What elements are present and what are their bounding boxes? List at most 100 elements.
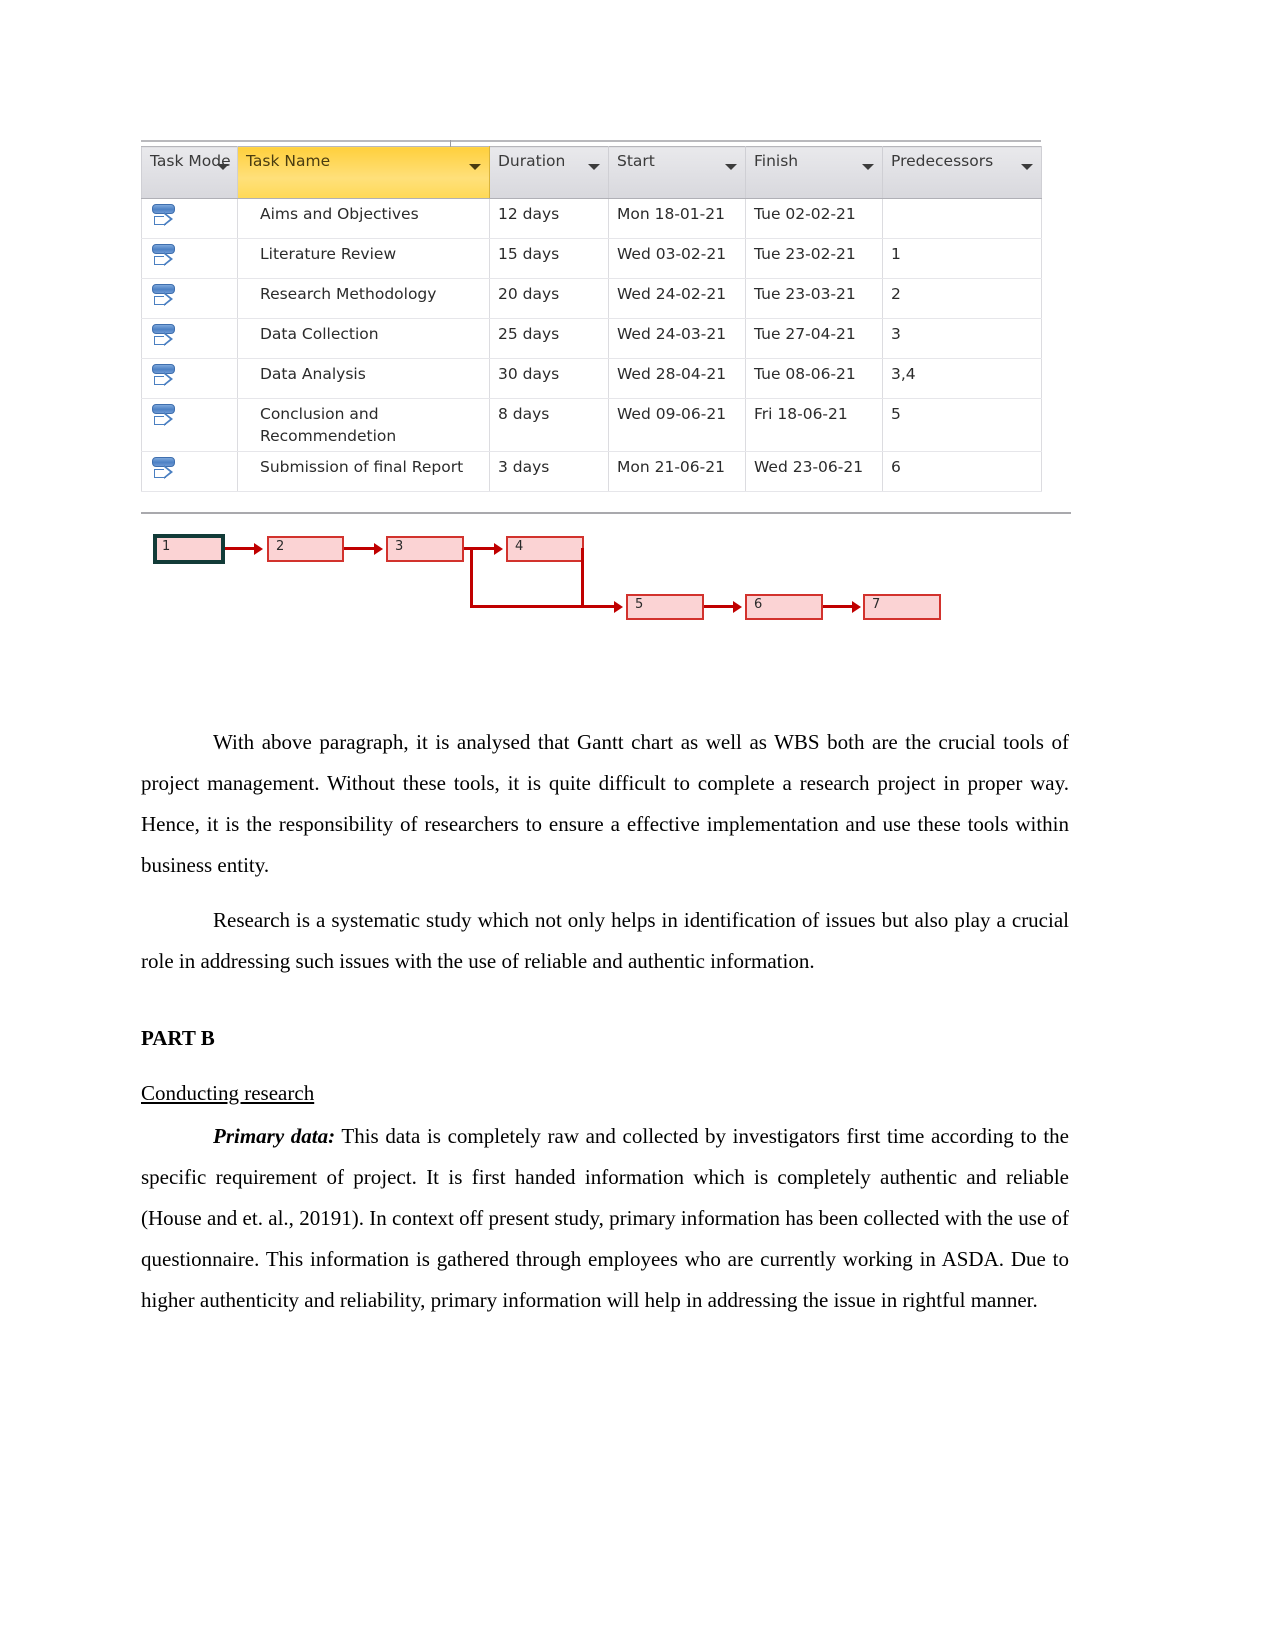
primary-data-label: Primary data: [213, 1124, 336, 1148]
edge-1-2 [225, 547, 257, 550]
table-row[interactable]: Data Analysis 30 days Wed 28-04-21 Tue 0… [141, 358, 1042, 399]
edge-6-7-arrowhead [852, 601, 861, 613]
cell-duration[interactable]: 30 days [489, 358, 609, 399]
cell-finish[interactable]: Fri 18-06-21 [745, 398, 883, 452]
cell-start[interactable]: Wed 03-02-21 [608, 238, 746, 279]
cell-start[interactable]: Wed 28-04-21 [608, 358, 746, 399]
filter-dropdown-icon[interactable] [725, 164, 737, 170]
column-header-label: Predecessors [891, 152, 994, 170]
network-node-1[interactable]: 1 [153, 534, 225, 564]
paragraph-primary-data: Primary data: This data is completely ra… [141, 1116, 1069, 1321]
cell-duration[interactable]: 20 days [489, 278, 609, 319]
network-node-label: 2 [276, 539, 285, 554]
table-header-row: Task Mode Task Name Duration Start Finis… [141, 146, 1042, 199]
cell-finish[interactable]: Tue 08-06-21 [745, 358, 883, 399]
network-node-label: 4 [515, 539, 524, 554]
column-header-task-name[interactable]: Task Name [237, 146, 490, 199]
cell-task-name[interactable]: Data Collection [237, 318, 490, 359]
cell-duration[interactable]: 15 days [489, 238, 609, 279]
page-title: PART B [141, 1026, 215, 1050]
auto-schedule-icon [152, 203, 178, 229]
filter-dropdown-icon[interactable] [588, 164, 600, 170]
table-row[interactable]: Conclusion and Recommendetion 8 days Wed… [141, 398, 1042, 452]
column-header-task-mode[interactable]: Task Mode [141, 146, 238, 199]
cell-predecessors[interactable] [882, 198, 1042, 239]
cell-start[interactable]: Mon 21-06-21 [608, 451, 746, 492]
table-row[interactable]: Data Collection 25 days Wed 24-03-21 Tue… [141, 318, 1042, 359]
cell-finish[interactable]: Tue 23-02-21 [745, 238, 883, 279]
network-node-label: 7 [872, 597, 881, 612]
cell-task-mode[interactable] [141, 451, 238, 492]
paragraph-gantt-wbs: With above paragraph, it is analysed tha… [141, 730, 1069, 877]
filter-dropdown-icon[interactable] [1021, 164, 1033, 170]
edge-3-5-vertical [470, 548, 473, 607]
cell-start[interactable]: Wed 24-03-21 [608, 318, 746, 359]
cell-duration[interactable]: 3 days [489, 451, 609, 492]
edge-4-5-horizontal [581, 605, 618, 608]
edge-5-6 [704, 605, 736, 608]
project-task-table-region: Task Mode Task Name Duration Start Finis… [141, 140, 1042, 492]
network-node-6[interactable]: 6 [745, 594, 823, 620]
document-page: Task Mode Task Name Duration Start Finis… [0, 0, 1275, 1651]
filter-dropdown-icon[interactable] [862, 164, 874, 170]
auto-schedule-icon [152, 403, 178, 429]
cell-finish[interactable]: Tue 23-03-21 [745, 278, 883, 319]
table-top-rule [141, 140, 1041, 149]
network-node-5[interactable]: 5 [626, 594, 704, 620]
network-node-label: 3 [395, 539, 404, 554]
cell-duration[interactable]: 8 days [489, 398, 609, 452]
filter-dropdown-icon[interactable] [217, 164, 229, 170]
column-header-predecessors[interactable]: Predecessors [882, 146, 1042, 199]
cell-start[interactable]: Wed 24-02-21 [608, 278, 746, 319]
column-header-start[interactable]: Start [608, 146, 746, 199]
cell-finish[interactable]: Tue 02-02-21 [745, 198, 883, 239]
cell-predecessors[interactable]: 6 [882, 451, 1042, 492]
column-header-label: Start [617, 152, 655, 170]
cell-task-mode[interactable] [141, 278, 238, 319]
cell-predecessors[interactable]: 1 [882, 238, 1042, 279]
cell-task-name[interactable]: Data Analysis [237, 358, 490, 399]
network-node-3[interactable]: 3 [386, 536, 464, 562]
cell-predecessors[interactable]: 3,4 [882, 358, 1042, 399]
table-row[interactable]: Aims and Objectives 12 days Mon 18-01-21… [141, 198, 1042, 239]
auto-schedule-icon [152, 283, 178, 309]
network-node-7[interactable]: 7 [863, 594, 941, 620]
cell-task-name[interactable]: Submission of final Report [237, 451, 490, 492]
cell-task-mode[interactable] [141, 398, 238, 452]
conducting-research-heading-row: Conducting research [141, 1073, 1069, 1114]
table-row[interactable]: Submission of final Report 3 days Mon 21… [141, 451, 1042, 492]
cell-task-mode[interactable] [141, 238, 238, 279]
section-subheading: Conducting research [141, 1081, 315, 1105]
table-row[interactable]: Literature Review 15 days Wed 03-02-21 T… [141, 238, 1042, 279]
column-header-finish[interactable]: Finish [745, 146, 883, 199]
edge-3-4-arrowhead [494, 543, 503, 555]
cell-task-name[interactable]: Research Methodology [237, 278, 490, 319]
column-header-label: Duration [498, 152, 566, 170]
network-node-2[interactable]: 2 [267, 536, 344, 562]
cell-predecessors[interactable]: 3 [882, 318, 1042, 359]
cell-task-mode[interactable] [141, 318, 238, 359]
cell-task-mode[interactable] [141, 358, 238, 399]
edge-2-3 [344, 547, 377, 550]
cell-duration[interactable]: 25 days [489, 318, 609, 359]
cell-finish[interactable]: Wed 23-06-21 [745, 451, 883, 492]
cell-duration[interactable]: 12 days [489, 198, 609, 239]
table-row[interactable]: Research Methodology 20 days Wed 24-02-2… [141, 278, 1042, 319]
cell-task-mode[interactable] [141, 198, 238, 239]
column-header-duration[interactable]: Duration [489, 146, 609, 199]
diagram-top-rule [141, 512, 1071, 514]
cell-task-name[interactable]: Literature Review [237, 238, 490, 279]
cell-predecessors[interactable]: 5 [882, 398, 1042, 452]
cell-start[interactable]: Mon 18-01-21 [608, 198, 746, 239]
cell-predecessors[interactable]: 2 [882, 278, 1042, 319]
edge-4-5-arrowhead [614, 601, 623, 613]
filter-dropdown-icon[interactable] [469, 164, 481, 170]
network-node-label: 6 [754, 597, 763, 612]
cell-task-name[interactable]: Aims and Objectives [237, 198, 490, 239]
paragraph-research-definition: Research is a systematic study which not… [141, 908, 1069, 973]
cell-start[interactable]: Wed 09-06-21 [608, 398, 746, 452]
network-node-4[interactable]: 4 [506, 536, 584, 562]
column-header-label: Task Name [246, 152, 331, 170]
cell-finish[interactable]: Tue 27-04-21 [745, 318, 883, 359]
cell-task-name[interactable]: Conclusion and Recommendetion [237, 398, 490, 452]
